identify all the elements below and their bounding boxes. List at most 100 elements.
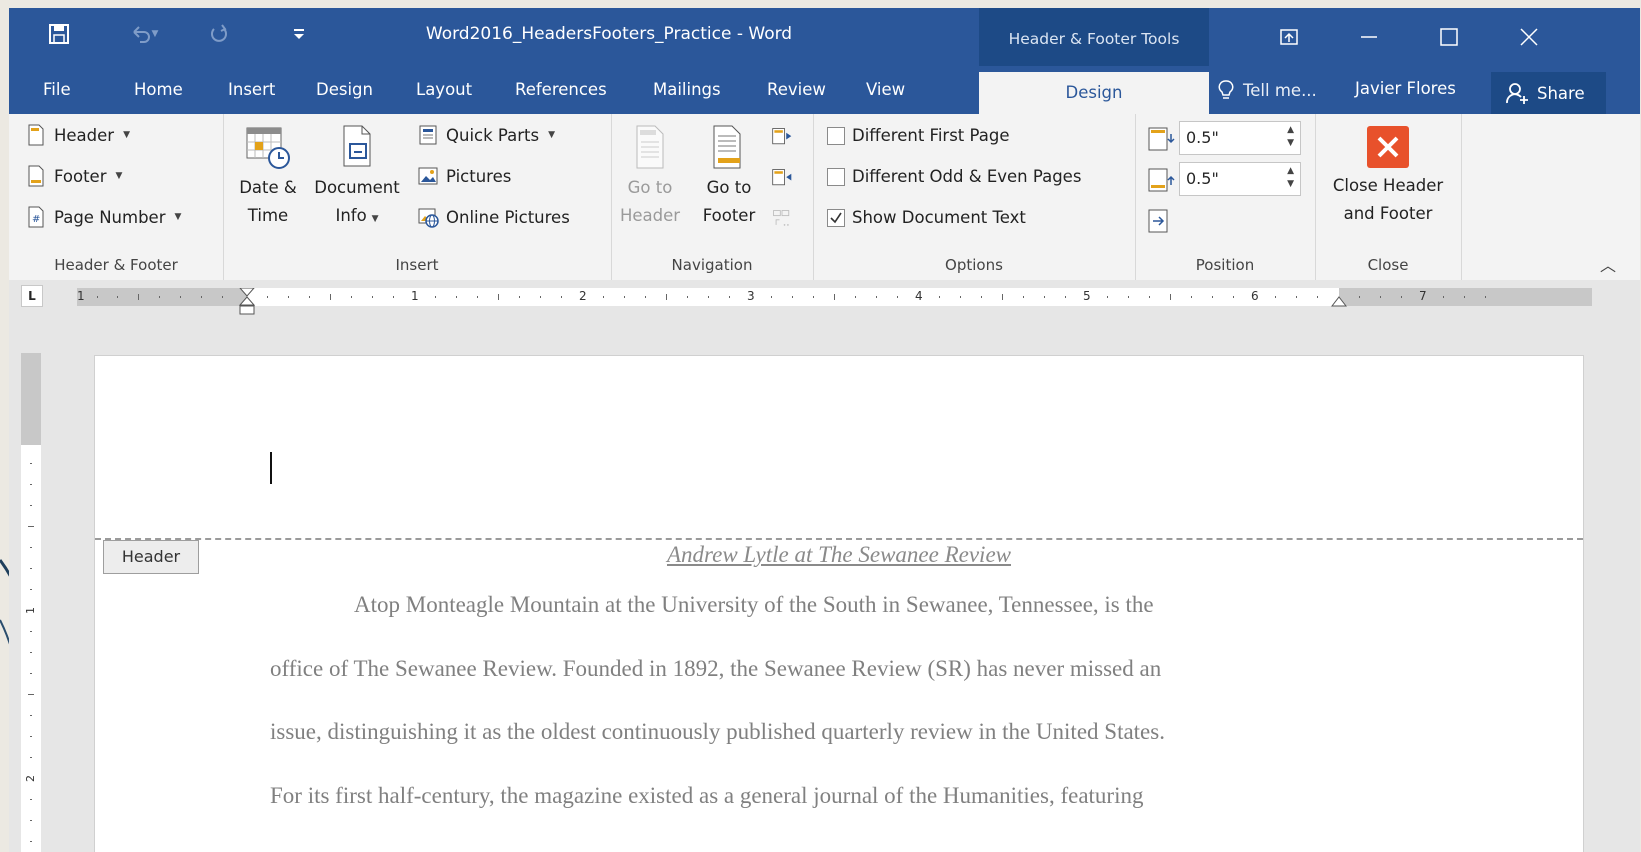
tell-me-search[interactable]: Tell me... xyxy=(1217,79,1317,101)
indent-marker-icon[interactable] xyxy=(239,288,255,318)
spinner-arrows-icon[interactable]: ▲ ▼ xyxy=(1287,165,1294,191)
header-from-top-input[interactable]: 0.5" ▲ ▼ xyxy=(1179,121,1301,155)
tab-file[interactable]: File xyxy=(31,66,83,114)
vertical-ruler[interactable]: 1 2 xyxy=(21,353,41,852)
document-page[interactable]: Header Andrew Lytle at The Sewanee Revie… xyxy=(94,355,1584,852)
redo-icon xyxy=(211,24,227,42)
different-odd-even-checkbox[interactable]: Different Odd & Even Pages xyxy=(827,167,1081,186)
chevron-down-icon: ▼ xyxy=(174,212,182,222)
goto-footer-icon xyxy=(713,125,741,169)
group-insert: Date & Time Document Info ▼ Quick Parts ▼ xyxy=(223,114,612,280)
maximize-icon xyxy=(1440,28,1458,46)
document-info-button[interactable]: Document Info ▼ xyxy=(307,122,407,233)
quick-parts-button[interactable]: Quick Parts ▼ xyxy=(417,124,555,146)
group-label-position: Position xyxy=(1195,256,1255,274)
tab-mailings[interactable]: Mailings xyxy=(641,66,733,114)
previous-icon xyxy=(772,128,792,145)
ribbon-display-options-button[interactable] xyxy=(1259,8,1319,66)
redo-button[interactable] xyxy=(199,20,239,48)
share-button[interactable]: Share xyxy=(1491,72,1606,114)
group-label-header-footer: Header & Footer xyxy=(54,256,178,274)
save-button[interactable] xyxy=(39,20,79,48)
collapse-ribbon-icon[interactable]: ︿ xyxy=(1600,252,1616,276)
checkbox-box[interactable] xyxy=(827,126,845,145)
tab-header-footer-design[interactable]: Design xyxy=(979,72,1209,114)
document-title: Word2016_HeadersFooters_Practice - Word xyxy=(425,24,793,44)
tab-selector[interactable]: L xyxy=(21,285,43,307)
online-pictures-button[interactable]: Online Pictures xyxy=(417,206,570,228)
close-header-footer-button[interactable]: Close Header and Footer xyxy=(1315,124,1461,228)
undo-icon xyxy=(132,26,150,43)
tab-review[interactable]: Review xyxy=(755,66,838,114)
header-button[interactable]: Header ▼ xyxy=(25,124,130,146)
tab-layout[interactable]: Layout xyxy=(404,66,484,114)
ruler-number: 7 xyxy=(1419,289,1427,303)
group-options: Different First Page Different Odd & Eve… xyxy=(813,114,1136,280)
minimize-button[interactable] xyxy=(1339,8,1399,66)
goto-header-button[interactable]: Go to Header xyxy=(615,122,685,230)
close-red-x-icon xyxy=(1367,126,1409,168)
chevron-down-icon: ▼ xyxy=(368,214,379,224)
date-time-button[interactable]: Date & Time xyxy=(233,122,303,230)
link-to-previous-button[interactable] xyxy=(771,206,793,228)
ruler-number: 2 xyxy=(579,289,587,303)
paragraph-line: issue, distinguishing it as the oldest c… xyxy=(270,719,1165,744)
group-label-navigation: Navigation xyxy=(671,256,753,274)
goto-footer-button[interactable]: Go to Footer xyxy=(693,122,765,230)
group-label-insert: Insert xyxy=(395,256,439,274)
next-section-button[interactable] xyxy=(771,165,793,187)
footer-from-bottom-input[interactable]: 0.5" ▲ ▼ xyxy=(1179,162,1301,196)
different-first-page-checkbox[interactable]: Different First Page xyxy=(827,126,1009,145)
svg-text:#: # xyxy=(32,214,40,225)
ruler-number: 1 xyxy=(77,289,85,303)
ruler-number: 1 xyxy=(411,289,419,303)
user-account[interactable]: Javier Flores xyxy=(1355,79,1456,98)
maximize-button[interactable] xyxy=(1419,8,1479,66)
previous-section-button[interactable] xyxy=(771,124,793,146)
insert-alignment-tab-icon[interactable] xyxy=(1147,208,1173,234)
page-number-button[interactable]: # Page Number ▼ xyxy=(25,206,181,228)
tab-insert[interactable]: Insert xyxy=(216,66,287,114)
checkbox-box[interactable] xyxy=(827,208,845,227)
spinner-arrows-icon[interactable]: ▲ ▼ xyxy=(1287,124,1294,150)
footer-button[interactable]: Footer ▼ xyxy=(25,165,122,187)
close-icon xyxy=(1520,28,1538,46)
paragraph-line: Atop Monteagle Mountain at the Universit… xyxy=(354,592,1154,617)
chevron-down-icon: ▼ xyxy=(115,171,123,181)
pictures-button[interactable]: Pictures xyxy=(417,165,511,187)
calendar-clock-icon xyxy=(246,127,290,169)
tab-references[interactable]: References xyxy=(503,66,619,114)
ruler-number: 5 xyxy=(1083,289,1091,303)
group-navigation: Go to Header Go to Footer Navigation xyxy=(611,114,814,280)
page-number-icon: # xyxy=(28,206,44,228)
ruler-number: 4 xyxy=(915,289,923,303)
pictures-icon xyxy=(418,167,438,185)
chevron-down-icon: ▼ xyxy=(123,130,131,140)
online-pictures-icon xyxy=(418,208,439,228)
tab-design[interactable]: Design xyxy=(304,66,385,114)
group-label-close: Close xyxy=(1367,256,1409,274)
lightbulb-icon xyxy=(1218,80,1234,99)
save-icon xyxy=(49,24,69,44)
tab-view[interactable]: View xyxy=(854,66,917,114)
undo-dropdown-icon[interactable]: ▼ xyxy=(152,29,159,39)
right-indent-marker-icon[interactable] xyxy=(1331,296,1347,308)
tell-me-label: Tell me... xyxy=(1243,80,1317,100)
document-title-text: Andrew Lytle at The Sewanee Review xyxy=(666,542,1011,567)
horizontal-ruler[interactable]: 1 1 2 3 4 5 6 7 xyxy=(77,288,1592,315)
header-position-icon xyxy=(1148,127,1175,151)
contextual-tab-title: Header & Footer Tools xyxy=(979,8,1209,66)
ribbon-display-icon xyxy=(1280,29,1298,45)
footer-icon xyxy=(28,165,44,187)
ribbon-tabs: File Home Insert Design Layout Reference… xyxy=(9,66,1640,114)
vertical-ruler-ticks: 1 2 xyxy=(24,463,37,842)
group-position: 0.5" ▲ ▼ 0.5" ▲ ▼ Position xyxy=(1135,114,1316,280)
close-window-button[interactable] xyxy=(1499,8,1559,66)
header-boundary-line xyxy=(95,538,1583,540)
checkbox-box[interactable] xyxy=(827,167,845,186)
group-close: Close Header and Footer Close xyxy=(1315,114,1462,280)
group-label-options: Options xyxy=(945,256,1003,274)
undo-button[interactable]: ▼ xyxy=(114,20,174,48)
tab-home[interactable]: Home xyxy=(122,66,195,114)
show-document-text-checkbox[interactable]: Show Document Text xyxy=(827,208,1026,227)
